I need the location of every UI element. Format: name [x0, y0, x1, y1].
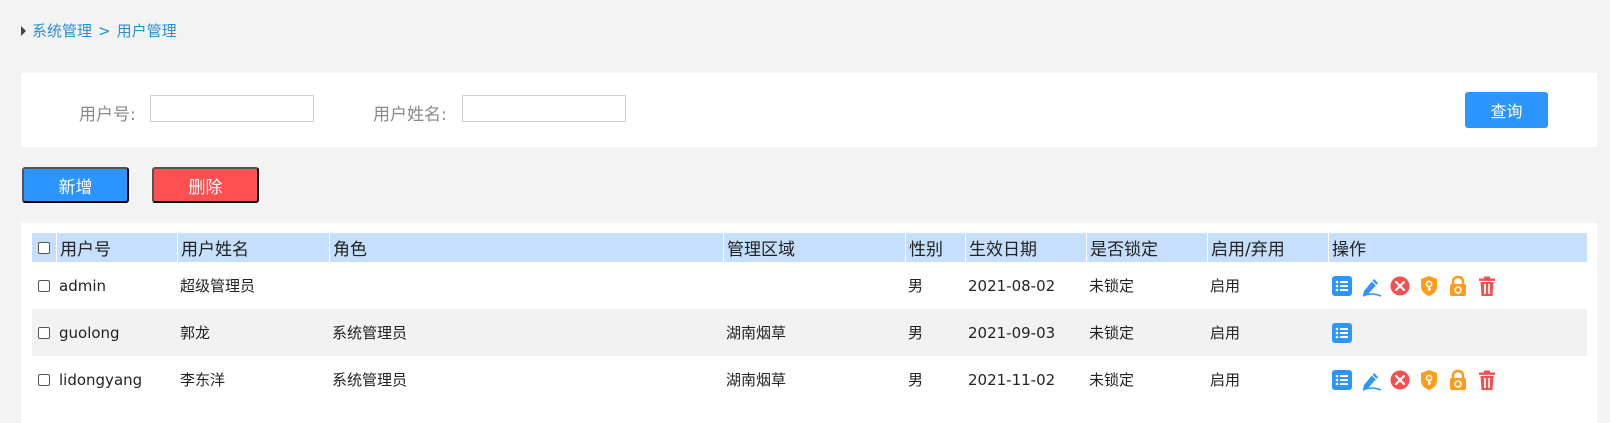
- table-row: lidongyang 李东洋 系统管理员 湖南烟草 男 2021-11-02 未…: [32, 356, 1587, 403]
- delete-button[interactable]: 删除: [152, 167, 259, 203]
- select-all-cell: [32, 233, 56, 262]
- edit-icon[interactable]: [1360, 275, 1382, 297]
- cell-operations: [1328, 309, 1587, 356]
- disable-icon[interactable]: [1389, 275, 1411, 297]
- cell-user-id: guolong: [59, 323, 120, 342]
- header-role: 角色: [329, 233, 723, 262]
- breadcrumb-separator: >: [98, 21, 111, 40]
- lock-icon[interactable]: [1447, 369, 1469, 391]
- disable-icon[interactable]: [1389, 369, 1411, 391]
- row-check-cell: [32, 356, 56, 403]
- cell-user-id: admin: [59, 276, 106, 295]
- cell-locked: 未锁定: [1089, 371, 1135, 389]
- row-check-cell: [32, 309, 56, 356]
- header-locked: 是否锁定: [1086, 233, 1207, 262]
- list-icon[interactable]: [1331, 369, 1353, 391]
- add-button[interactable]: 新增: [22, 167, 129, 203]
- breadcrumb-current[interactable]: 用户管理: [117, 20, 177, 41]
- cell-enabled: 启用: [1210, 277, 1241, 295]
- user-name-label: 用户姓名:: [373, 105, 447, 125]
- cell-area: 湖南烟草: [726, 324, 787, 342]
- cell-role: 系统管理员: [332, 324, 408, 342]
- cell-user-name: 郭龙: [180, 324, 211, 342]
- breadcrumb-root[interactable]: 系统管理: [32, 20, 92, 41]
- cell-gender: 男: [908, 324, 924, 342]
- table-row: guolong 郭龙 系统管理员 湖南烟草 男 2021-09-03 未锁定 启…: [32, 309, 1587, 356]
- cell-role: 系统管理员: [332, 371, 408, 389]
- row-checkbox[interactable]: [38, 373, 50, 386]
- header-operations: 操作: [1328, 233, 1587, 262]
- cell-effective-date: 2021-08-02: [968, 276, 1056, 295]
- breadcrumb: 系统管理 > 用户管理: [21, 20, 177, 41]
- cell-user-name: 李东洋: [180, 371, 226, 389]
- header-area: 管理区域: [723, 233, 905, 262]
- cell-enabled: 启用: [1210, 371, 1241, 389]
- list-icon[interactable]: [1331, 275, 1353, 297]
- cell-enabled: 启用: [1210, 324, 1241, 342]
- header-gender: 性别: [905, 233, 965, 262]
- cell-effective-date: 2021-11-02: [968, 370, 1056, 389]
- reset-password-icon[interactable]: [1418, 275, 1440, 297]
- row-checkbox[interactable]: [38, 326, 50, 339]
- header-user-id: 用户号: [56, 233, 177, 262]
- edit-icon[interactable]: [1360, 369, 1382, 391]
- table-panel: 用户号 用户姓名 角色 管理区域 性别 生效日期 是否锁定 启用/弃用 操作 a…: [21, 223, 1597, 423]
- select-all-checkbox[interactable]: [38, 241, 50, 254]
- header-user-name: 用户姓名: [177, 233, 329, 262]
- header-effective-date: 生效日期: [965, 233, 1086, 262]
- breadcrumb-arrow-icon: [21, 25, 26, 36]
- cell-area: 湖南烟草: [726, 371, 787, 389]
- row-checkbox[interactable]: [38, 279, 50, 292]
- lock-icon[interactable]: [1447, 275, 1469, 297]
- header-enabled: 启用/弃用: [1207, 233, 1328, 262]
- cell-locked: 未锁定: [1089, 324, 1135, 342]
- row-check-cell: [32, 262, 56, 309]
- table-row: admin 超级管理员 男 2021-08-02 未锁定 启用: [32, 262, 1587, 309]
- cell-user-name: 超级管理员: [180, 277, 256, 295]
- table-header-row: 用户号 用户姓名 角色 管理区域 性别 生效日期 是否锁定 启用/弃用 操作: [32, 233, 1587, 262]
- cell-area: [723, 262, 905, 309]
- cell-gender: 男: [908, 277, 924, 295]
- filter-panel: 用户号: 用户姓名: 查询: [21, 73, 1597, 147]
- cell-locked: 未锁定: [1089, 277, 1135, 295]
- user-name-input[interactable]: [462, 95, 626, 122]
- cell-effective-date: 2021-09-03: [968, 323, 1056, 342]
- reset-password-icon[interactable]: [1418, 369, 1440, 391]
- cell-role: [329, 262, 723, 309]
- cell-operations: [1328, 356, 1587, 403]
- list-icon[interactable]: [1331, 322, 1353, 344]
- cell-operations: [1328, 262, 1587, 309]
- user-id-label: 用户号:: [79, 105, 136, 125]
- user-table: 用户号 用户姓名 角色 管理区域 性别 生效日期 是否锁定 启用/弃用 操作 a…: [32, 233, 1587, 403]
- cell-gender: 男: [908, 371, 924, 389]
- cell-user-id: lidongyang: [59, 370, 143, 389]
- trash-icon[interactable]: [1476, 275, 1498, 297]
- user-id-input[interactable]: [150, 95, 314, 122]
- trash-icon[interactable]: [1476, 369, 1498, 391]
- query-button[interactable]: 查询: [1465, 92, 1548, 128]
